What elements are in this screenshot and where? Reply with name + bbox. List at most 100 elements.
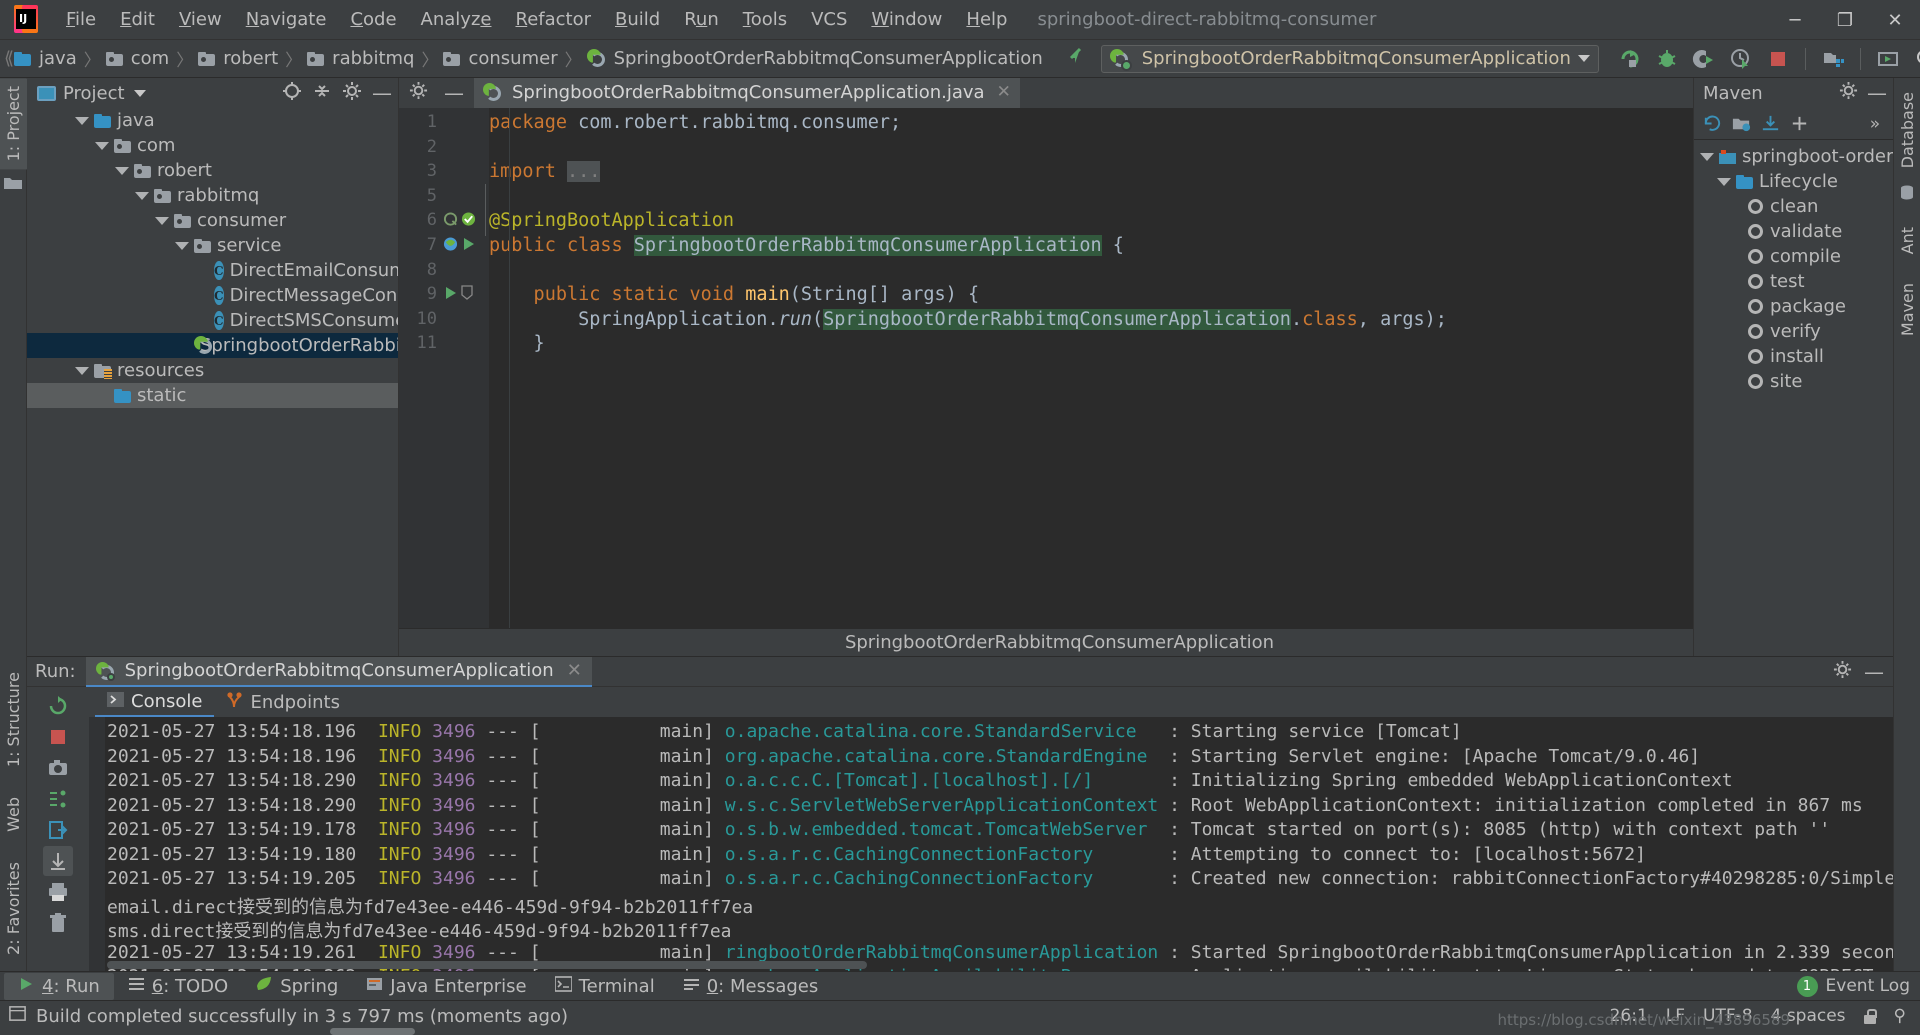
editor-tab[interactable]: SpringbootOrderRabbitmqConsumerApplicati… — [474, 78, 1020, 108]
bean-icon[interactable] — [443, 211, 458, 232]
breadcrumb-item-consumer[interactable]: consumer — [443, 46, 559, 71]
sidebar-item-project[interactable]: 1: Project — [0, 78, 27, 169]
close-icon[interactable]: ✕ — [567, 660, 582, 681]
bottom-tab-6-todo[interactable]: 6: TODO — [114, 973, 242, 1000]
breadcrumb-item-rabbitmq[interactable]: rabbitmq — [307, 46, 416, 71]
chevron-down-icon[interactable] — [75, 117, 89, 125]
maven-item-test[interactable]: test — [1694, 269, 1893, 294]
code-line[interactable]: public class SpringbootOrderRabbitmqCons… — [489, 235, 1124, 256]
camera-icon[interactable] — [43, 753, 73, 783]
project-tree[interactable]: javacomrobertrabbitmqconsumerserviceCDir… — [27, 108, 398, 656]
menu-navigate[interactable]: Navigate — [234, 3, 339, 36]
minimize-button[interactable]: ─ — [1770, 0, 1820, 40]
right-tool-strip[interactable]: Database Ant Maven — [1893, 78, 1920, 971]
bottom-tab-0-messages[interactable]: 0: Messages — [669, 973, 833, 1000]
chevron-down-icon[interactable] — [115, 167, 129, 175]
update-icon[interactable] — [1871, 44, 1905, 74]
editor-gutter[interactable]: 123567891011 — [399, 108, 489, 628]
sidebar-item-database[interactable]: Database — [1894, 84, 1920, 176]
menu-code[interactable]: Code — [338, 3, 408, 36]
generate-sources-icon[interactable] — [1729, 112, 1753, 136]
thread-dump-icon[interactable] — [43, 784, 73, 814]
code-line[interactable] — [489, 260, 500, 281]
menu-help[interactable]: Help — [954, 3, 1019, 36]
tree-item-resources[interactable]: resources — [27, 358, 398, 383]
chevron-down-icon[interactable] — [135, 192, 149, 200]
menu-build[interactable]: Build — [603, 3, 672, 36]
trash-icon[interactable] — [43, 908, 73, 938]
folder-icon[interactable] — [3, 175, 23, 193]
event-log[interactable]: 1Event Log — [1797, 976, 1920, 997]
run-tab[interactable]: SpringbootOrderRabbitmqConsumerApplicati… — [86, 657, 592, 687]
print-icon[interactable] — [43, 877, 73, 907]
stop-icon[interactable] — [43, 722, 73, 752]
menu-window[interactable]: Window — [859, 3, 954, 36]
breadcrumb-item-robert[interactable]: robert — [198, 46, 280, 71]
code-line[interactable] — [489, 137, 500, 158]
console-h-scrollbar[interactable] — [107, 961, 867, 969]
chevron-down-icon[interactable] — [155, 217, 169, 225]
chevron-down-icon[interactable] — [1717, 178, 1731, 186]
code-line[interactable]: @SpringBootApplication — [489, 210, 734, 231]
settings-gear-icon[interactable] — [1833, 660, 1852, 684]
reload-icon[interactable] — [1700, 112, 1724, 136]
sidebar-item-maven[interactable]: Maven — [1894, 275, 1920, 344]
hide-icon[interactable]: — — [372, 88, 392, 98]
add-icon[interactable] — [1787, 112, 1811, 136]
tree-item-robert[interactable]: robert — [27, 158, 398, 183]
code-line[interactable] — [489, 186, 500, 207]
fold-icon[interactable] — [461, 285, 474, 305]
chevron-down-icon[interactable] — [175, 242, 189, 250]
bottom-tab-4-run[interactable]: 4: Run — [4, 973, 114, 1000]
code-line[interactable]: } — [489, 333, 545, 354]
close-icon[interactable]: ✕ — [997, 82, 1011, 102]
spring-check-icon[interactable] — [461, 211, 476, 232]
breadcrumb-item-java[interactable]: java — [14, 46, 79, 71]
export-icon[interactable] — [43, 815, 73, 845]
sidebar-item-ant[interactable]: Ant — [1894, 219, 1920, 262]
locate-icon[interactable] — [282, 81, 302, 106]
debug-icon[interactable] — [1650, 44, 1684, 74]
project-structure-icon[interactable] — [1816, 44, 1850, 74]
bottom-tab-terminal[interactable]: Terminal — [541, 973, 669, 1000]
tree-item-directsmsconsumer[interactable]: CDirectSMSConsumer — [27, 308, 398, 333]
lock-icon[interactable] — [1864, 1009, 1876, 1024]
rerun-icon[interactable] — [43, 691, 73, 721]
close-button[interactable]: ✕ — [1870, 0, 1920, 40]
maven-item-compile[interactable]: compile — [1694, 244, 1893, 269]
hide-icon[interactable]: — — [1867, 88, 1887, 98]
sidebar-item-favorites[interactable]: 2: Favorites — [0, 854, 27, 963]
maven-item-install[interactable]: install — [1694, 344, 1893, 369]
editor-body[interactable]: 123567891011 package com.robert.rabbitmq… — [399, 108, 1720, 628]
collapse-all-icon[interactable] — [312, 81, 332, 106]
run-icon[interactable] — [1613, 44, 1647, 74]
code-line[interactable]: SpringApplication.run(SpringbootOrderRab… — [489, 309, 1447, 330]
tree-item-directmessageconsumer[interactable]: CDirectMessageConsumer — [27, 283, 398, 308]
collapsed-imports[interactable]: ... — [567, 161, 600, 182]
menu-vcs[interactable]: VCS — [799, 3, 859, 36]
settings-gear-icon[interactable] — [342, 81, 362, 106]
maximize-button[interactable]: ❐ — [1820, 0, 1870, 40]
tree-item-com[interactable]: com — [27, 133, 398, 158]
menu-tools[interactable]: Tools — [731, 3, 799, 36]
run-side-toolbar[interactable] — [27, 687, 89, 971]
window-scroll-thumb[interactable] — [330, 1028, 415, 1035]
maven-item-clean[interactable]: clean — [1694, 194, 1893, 219]
maven-item-validate[interactable]: validate — [1694, 219, 1893, 244]
breadcrumb-item-com[interactable]: com — [106, 46, 171, 71]
bottom-tool-bar[interactable]: 4: Run6: TODOSpringJava EnterpriseTermin… — [0, 971, 1920, 1000]
tab-console[interactable]: Console — [95, 688, 214, 717]
sidebar-item-web[interactable]: Web — [0, 789, 27, 840]
profiler-icon[interactable] — [1724, 44, 1758, 74]
chevron-down-icon[interactable] — [134, 90, 146, 97]
chevron-down-icon[interactable] — [75, 367, 89, 375]
tree-item-rabbitmq[interactable]: rabbitmq — [27, 183, 398, 208]
code-line[interactable]: package com.robert.rabbitmq.consumer; — [489, 112, 901, 133]
menu-run[interactable]: Run — [672, 3, 731, 36]
maven-item-verify[interactable]: verify — [1694, 319, 1893, 344]
tree-item-springbootorderrabbitmqconsumerapplication[interactable]: SpringbootOrderRabbitmqConsumerApplicati… — [27, 333, 398, 358]
run-with-coverage-icon[interactable] — [1687, 44, 1721, 74]
scroll-to-end-icon[interactable] — [43, 846, 73, 876]
bottom-tab-spring[interactable]: Spring — [242, 973, 352, 1000]
edit-config-arrow-icon[interactable] — [1063, 44, 1087, 73]
